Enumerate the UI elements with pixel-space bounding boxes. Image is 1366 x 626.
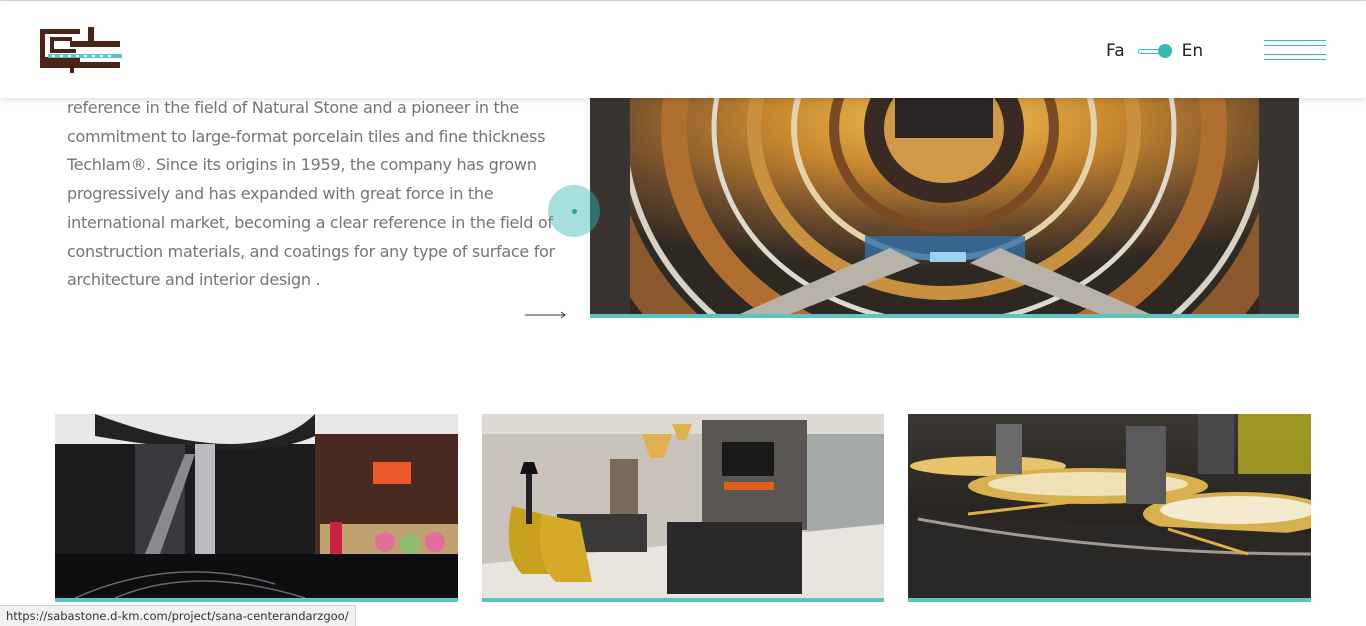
company-logo[interactable]: [40, 27, 122, 73]
hero-project-card[interactable]: [590, 98, 1299, 318]
lang-en-option[interactable]: En: [1182, 41, 1204, 61]
card-accent-bar: [482, 598, 884, 602]
shopping-mall-escalator-photo: [55, 414, 458, 598]
card-accent-bar: [908, 598, 1311, 602]
hero-accent-bar: [590, 314, 1299, 318]
lang-fa-option[interactable]: Fa: [1106, 41, 1125, 61]
browser-status-bar: https://sabastone.d-km.com/project/sana-…: [0, 605, 356, 626]
intro-paragraph: reference in the field of Natural Stone …: [67, 98, 555, 290]
site-header: Fa En: [0, 2, 1366, 98]
slider-cursor-circle[interactable]: [548, 185, 600, 237]
mall-atrium-aerial-photo: [590, 98, 1299, 314]
hamburger-menu-icon[interactable]: [1264, 40, 1326, 62]
dining-table-setting-photo: [908, 414, 1311, 598]
language-switcher: Fa En: [1106, 40, 1203, 62]
card-accent-bar: [55, 598, 458, 602]
arrow-right-icon[interactable]: [524, 310, 568, 320]
project-card[interactable]: [908, 414, 1311, 602]
toggle-knob: [1157, 44, 1172, 58]
language-toggle[interactable]: [1137, 44, 1172, 58]
cursor-dot: [572, 209, 577, 214]
project-card[interactable]: [55, 414, 458, 602]
project-card[interactable]: [482, 414, 884, 602]
hotel-lobby-lounge-photo: [482, 414, 884, 598]
